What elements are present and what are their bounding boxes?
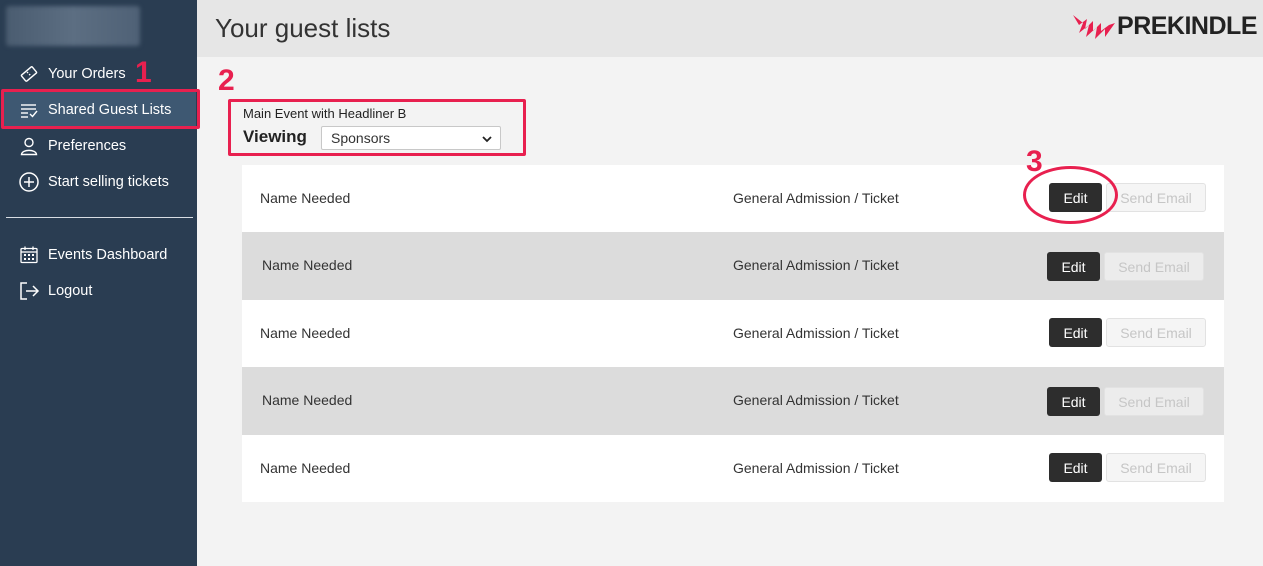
send-email-button[interactable]: Send Email bbox=[1104, 252, 1204, 281]
send-email-button[interactable]: Send Email bbox=[1106, 318, 1206, 347]
ticket-icon bbox=[18, 63, 40, 85]
page-title: Your guest lists bbox=[215, 13, 391, 43]
user-profile-blurred[interactable] bbox=[6, 6, 140, 46]
ticket-type: General Admission / Ticket bbox=[733, 257, 899, 273]
guest-name: Name Needed bbox=[262, 392, 353, 408]
sidebar-item-events-dashboard[interactable]: Events Dashboard bbox=[4, 237, 196, 273]
logo-text: PREKINDLE bbox=[1117, 11, 1257, 40]
annotation-number-3: 3 bbox=[1026, 145, 1043, 178]
table-row: Name Needed General Admission / Ticket E… bbox=[242, 300, 1224, 367]
annotation-box-1 bbox=[1, 89, 200, 129]
flame-logo-icon bbox=[1073, 15, 1116, 39]
annotation-number-1: 1 bbox=[135, 56, 152, 89]
ticket-type: General Admission / Ticket bbox=[733, 460, 899, 476]
sidebar-item-your-orders[interactable]: Your Orders bbox=[4, 56, 196, 92]
guest-name: Name Needed bbox=[260, 325, 351, 341]
sidebar-item-start-selling[interactable]: Start selling tickets bbox=[4, 164, 196, 200]
sidebar-item-label: Preferences bbox=[48, 138, 127, 154]
annotation-number-2: 2 bbox=[218, 64, 235, 97]
ticket-type: General Admission / Ticket bbox=[733, 392, 899, 408]
send-email-button[interactable]: Send Email bbox=[1106, 453, 1206, 482]
send-email-button[interactable]: Send Email bbox=[1106, 183, 1206, 212]
edit-button[interactable]: Edit bbox=[1049, 453, 1102, 482]
sidebar-item-label: Start selling tickets bbox=[48, 174, 169, 190]
annotation-box-2 bbox=[228, 99, 526, 156]
prekindle-logo[interactable]: PREKINDLE bbox=[1071, 11, 1257, 41]
logout-icon bbox=[18, 280, 40, 302]
sidebar-item-logout[interactable]: Logout bbox=[4, 273, 196, 309]
guest-name: Name Needed bbox=[260, 190, 351, 206]
edit-button[interactable]: Edit bbox=[1047, 387, 1100, 416]
ticket-type: General Admission / Ticket bbox=[733, 325, 899, 341]
sidebar: Your Orders Shared Guest Lists Preferenc… bbox=[0, 0, 197, 566]
guest-name: Name Needed bbox=[260, 460, 351, 476]
table-row: Name Needed General Admission / Ticket E… bbox=[242, 435, 1224, 502]
ticket-type: General Admission / Ticket bbox=[733, 190, 899, 206]
sidebar-item-preferences[interactable]: Preferences bbox=[4, 128, 196, 164]
sidebar-divider bbox=[6, 217, 193, 218]
calendar-icon bbox=[18, 244, 40, 266]
sidebar-item-label: Your Orders bbox=[48, 66, 126, 82]
guest-name: Name Needed bbox=[262, 257, 353, 273]
table-row: Name Needed General Admission / Ticket E… bbox=[242, 232, 1224, 300]
edit-button[interactable]: Edit bbox=[1049, 318, 1102, 347]
table-row: Name Needed General Admission / Ticket E… bbox=[242, 367, 1224, 435]
sidebar-item-label: Logout bbox=[48, 283, 93, 299]
user-icon bbox=[18, 135, 40, 157]
send-email-button[interactable]: Send Email bbox=[1104, 387, 1204, 416]
page-header: Your guest lists PREKINDLE bbox=[197, 0, 1263, 57]
edit-button[interactable]: Edit bbox=[1047, 252, 1100, 281]
sidebar-item-label: Events Dashboard bbox=[48, 247, 168, 263]
plus-circle-icon bbox=[18, 171, 40, 193]
